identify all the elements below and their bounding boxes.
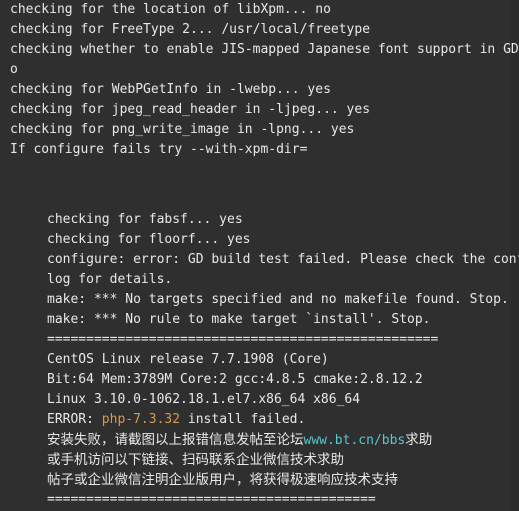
make-error-line: make: *** No rule to make target `instal… xyxy=(47,312,431,327)
cn-help-line-2: 或手机访问以下链接、扫码联系企业微信技术求助 xyxy=(47,452,344,468)
log-line: checking for FreeType 2... /usr/local/fr… xyxy=(10,22,371,37)
system-info-line: Bit:64 Mem:3789M Core:2 gcc:4.8.5 cmake:… xyxy=(47,372,423,387)
log-line: checking for jpeg_read_header in -ljpeg.… xyxy=(10,102,371,117)
block-gap xyxy=(0,200,519,210)
cn-help-text-post: 求助 xyxy=(405,432,433,448)
separator-line: ========================================… xyxy=(47,492,376,507)
separator-line: ========================================… xyxy=(47,332,439,347)
configure-output-top-block: checking for the location of libXpm... n… xyxy=(0,0,519,160)
cn-help-text-pre: 安装失败，请截图以上报错信息发帖至论坛 xyxy=(47,432,304,448)
bbs-forum-link[interactable]: www.bt.cn/bbs xyxy=(304,433,406,448)
error-suffix: install failed. xyxy=(180,412,306,427)
os-release-line: CentOS Linux release 7.7.1908 (Core) xyxy=(47,352,329,367)
log-line-fabsf: checking for fabsf... yes xyxy=(47,212,243,227)
log-line-floorf: checking for floorf... yes xyxy=(47,232,251,247)
make-error-line: make: *** No targets specified and no ma… xyxy=(47,292,509,307)
error-package-name: php-7.3.32 xyxy=(101,412,181,427)
log-line: checking for WebPGetInfo in -lwebp... ye… xyxy=(10,82,331,97)
configure-error-line-wrap: log for details. xyxy=(47,272,173,287)
log-line: If configure fails try --with-xpm-dir= xyxy=(10,142,308,157)
log-line: checking for the location of libXpm... n… xyxy=(10,2,331,17)
log-line: checking whether to enable JIS-mapped Ja… xyxy=(10,42,519,57)
install-summary-block: checking for fabsf... yes checking for f… xyxy=(0,210,519,511)
log-line: checking for png_write_image in -lpng...… xyxy=(10,122,355,137)
install-error-line: ERROR: php-7.3.32 install failed. xyxy=(47,410,519,430)
block-gap xyxy=(0,160,519,180)
configure-error-line: configure: error: GD build test failed. … xyxy=(47,252,519,267)
block-gap xyxy=(0,180,519,200)
error-prefix: ERROR: xyxy=(47,412,102,427)
kernel-version-line: Linux 3.10.0-1062.18.1.el7.x86_64 x86_64 xyxy=(47,392,361,407)
cn-help-line-1: 安装失败，请截图以上报错信息发帖至论坛www.bt.cn/bbs求助 xyxy=(47,430,519,450)
terminal-window[interactable]: checking for the location of libXpm... n… xyxy=(0,0,519,511)
cn-help-line-3: 帖子或企业微信注明企业版用户，将获得极速响应技术支持 xyxy=(47,472,398,488)
log-line-wrap: o xyxy=(10,62,18,77)
